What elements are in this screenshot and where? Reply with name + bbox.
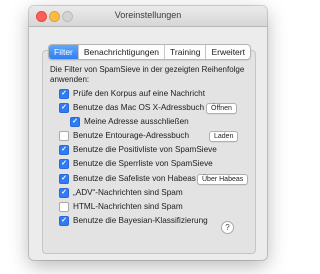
open-addressbook-button[interactable]: Öffnen <box>206 103 237 114</box>
help-button[interactable]: ? <box>221 221 234 234</box>
filter-intro-text: Die Filter von SpamSieve in der gezeigte… <box>50 65 245 84</box>
option-bayesian[interactable]: ✓ Benutze die Bayesian-Klassifizierung <box>59 215 208 226</box>
checkbox-checked[interactable]: ✓ <box>59 144 69 155</box>
option-exclude-my-address[interactable]: ✓ Meine Adresse ausschließen <box>70 116 189 127</box>
preferences-window: Voreinstellungen Filter Benachrichtigung… <box>29 6 267 260</box>
window-title: Voreinstellungen <box>114 10 182 20</box>
option-label: HTML-Nachrichten sind Spam <box>73 202 183 211</box>
option-label: Benutze die Positivliste von SpamSieve <box>73 145 217 154</box>
option-label: „ADV“-Nachrichten sind Spam <box>73 188 183 197</box>
option-habeas-safelist[interactable]: ✓ Benutze die Safeliste von Habeas <box>59 173 196 184</box>
option-adv-spam[interactable]: ✓ „ADV“-Nachrichten sind Spam <box>59 187 183 198</box>
checkbox-checked[interactable]: ✓ <box>59 158 69 169</box>
title-bar[interactable]: Voreinstellungen <box>29 6 267 27</box>
option-whitelist[interactable]: ✓ Benutze die Positivliste von SpamSieve <box>59 144 217 155</box>
checkbox-unchecked[interactable] <box>59 130 69 141</box>
checkbox-checked[interactable]: ✓ <box>70 116 80 127</box>
tab-training[interactable]: Training <box>164 45 205 59</box>
checkbox-checked[interactable]: ✓ <box>59 187 69 198</box>
option-label: Benutze das Mac OS X-Adressbuch <box>73 103 205 112</box>
checkbox-unchecked[interactable] <box>59 201 69 212</box>
checkbox-checked[interactable]: ✓ <box>59 215 69 226</box>
checkbox-checked[interactable]: ✓ <box>59 102 69 113</box>
tab-bar: Filter Benachrichtigungen Training Erwei… <box>48 44 251 60</box>
checkbox-checked[interactable]: ✓ <box>59 88 69 99</box>
tab-filter[interactable]: Filter <box>49 45 78 59</box>
option-blocklist[interactable]: ✓ Benutze die Sperrliste von SpamSieve <box>59 158 213 169</box>
about-habeas-button[interactable]: Über Habeas <box>197 174 249 185</box>
option-mac-addressbook[interactable]: ✓ Benutze das Mac OS X-Adressbuch <box>59 102 204 113</box>
option-label: Prüfe den Korpus auf eine Nachricht <box>73 89 205 98</box>
option-label: Benutze die Safeliste von Habeas <box>73 174 196 183</box>
option-entourage-addressbook[interactable]: Benutze Entourage-Adressbuch <box>59 130 189 141</box>
load-entourage-button[interactable]: Laden <box>209 131 239 142</box>
option-html-spam[interactable]: HTML-Nachrichten sind Spam <box>59 201 183 212</box>
tab-notifications[interactable]: Benachrichtigungen <box>77 45 164 59</box>
option-label: Benutze die Sperrliste von SpamSieve <box>73 159 213 168</box>
option-label: Benutze die Bayesian-Klassifizierung <box>73 216 208 225</box>
option-check-corpus[interactable]: ✓ Prüfe den Korpus auf eine Nachricht <box>59 88 205 99</box>
tab-advanced[interactable]: Erweitert <box>205 45 250 59</box>
checkbox-checked[interactable]: ✓ <box>59 173 69 184</box>
option-label: Benutze Entourage-Adressbuch <box>73 131 190 140</box>
option-label: Meine Adresse ausschließen <box>84 117 189 126</box>
